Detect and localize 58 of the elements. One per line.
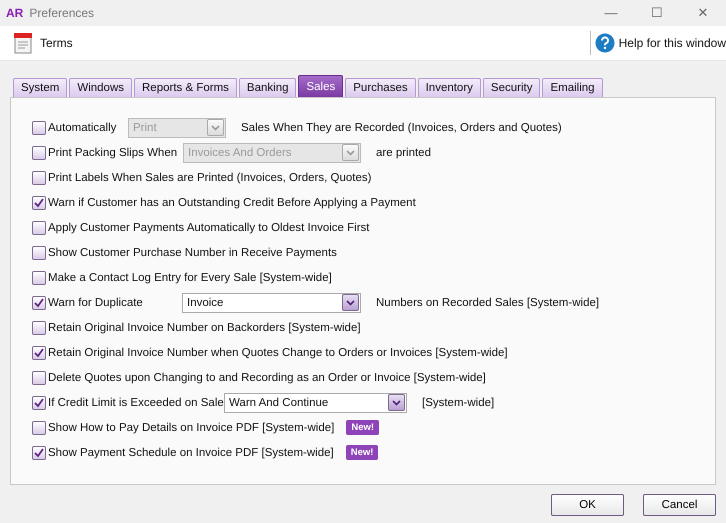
checkbox[interactable] <box>32 220 46 234</box>
option-label: [System-wide] <box>422 396 494 408</box>
option-label[interactable]: Show How to Pay Details on Invoice PDF [System-wide] <box>48 422 334 434</box>
option-label[interactable]: Warn for Duplicate <box>48 296 182 308</box>
option-label[interactable]: Warn if Customer has an Outstanding Credit Before Applying a Payment <box>48 196 416 208</box>
terms-link[interactable]: Terms <box>40 36 73 50</box>
help-link[interactable]: Help for this window <box>618 36 726 50</box>
option-label[interactable]: If Credit Limit is Exceeded on Sale <box>48 396 224 408</box>
checkbox[interactable] <box>32 396 46 410</box>
tab[interactable]: Banking <box>238 78 296 97</box>
app-logo: AR <box>6 6 24 20</box>
option-label[interactable]: Print Labels When Sales are Printed (Invoices, Orders, Quotes) <box>48 172 372 184</box>
checkbox[interactable] <box>32 120 46 134</box>
checkbox[interactable] <box>32 246 46 260</box>
option-label: Sales When They are Recorded (Invoices, Orders and Quotes) <box>241 122 562 134</box>
new-badge: New! <box>346 445 378 460</box>
maximize-button[interactable]: ☐ <box>634 0 680 26</box>
option-label[interactable]: Automatically <box>48 122 128 134</box>
document-icon[interactable] <box>12 31 34 55</box>
tab[interactable]: System <box>13 78 68 97</box>
checkbox[interactable] <box>32 420 46 434</box>
checkbox[interactable] <box>32 296 46 310</box>
tab[interactable]: Emailing <box>542 78 603 97</box>
dropdown[interactable]: Warn And Continue <box>224 392 407 412</box>
option-label[interactable]: Print Packing Slips When <box>48 146 183 158</box>
option-label: Numbers on Recorded Sales [System-wide] <box>376 296 600 308</box>
option-label[interactable]: Show Payment Schedule on Invoice PDF [System-wide] <box>48 446 334 458</box>
dropdown[interactable]: Invoice <box>182 292 361 312</box>
new-badge: New! <box>346 420 380 435</box>
checkbox[interactable] <box>32 446 46 460</box>
tab[interactable]: Security <box>482 78 540 97</box>
checkbox[interactable] <box>32 270 46 284</box>
checkbox[interactable] <box>32 320 46 334</box>
option-label[interactable]: Retain Original Invoice Number when Quotes Change to Orders or Invoices [System-wide] <box>48 346 508 358</box>
window-title: Preferences <box>29 6 96 20</box>
tab[interactable]: Windows <box>69 78 132 97</box>
checkbox[interactable] <box>32 370 46 384</box>
option-label[interactable]: Retain Original Invoice Number on Backorders [System-wide] <box>48 322 361 334</box>
option-label[interactable]: Make a Contact Log Entry for Every Sale [System-wide] <box>48 272 332 284</box>
option-label[interactable]: Delete Quotes upon Changing to and Recording as an Order or Invoice [System-wide] <box>48 372 486 384</box>
help-icon[interactable] <box>594 33 615 53</box>
chevron-down-icon[interactable] <box>392 400 401 406</box>
tab[interactable]: Purchases <box>345 78 416 97</box>
checkbox[interactable] <box>32 196 46 210</box>
checkbox[interactable] <box>32 346 46 360</box>
checkbox[interactable] <box>32 146 46 160</box>
ok-button[interactable]: OK <box>551 494 624 516</box>
minimize-button[interactable]: — <box>588 0 634 26</box>
option-label: are printed <box>376 146 431 158</box>
option-label[interactable]: Show Customer Purchase Number in Receive Payments <box>48 246 337 258</box>
close-button[interactable]: ✕ <box>680 0 726 26</box>
option-label[interactable]: Apply Customer Payments Automatically to Oldest Invoice First <box>48 222 370 234</box>
cancel-button[interactable]: Cancel <box>643 494 716 516</box>
tab[interactable]: Sales <box>298 75 344 97</box>
tab[interactable]: Inventory <box>418 78 481 97</box>
chevron-down-icon[interactable] <box>346 300 355 306</box>
checkbox[interactable] <box>32 170 46 184</box>
tab[interactable]: Reports & Forms <box>134 78 237 97</box>
